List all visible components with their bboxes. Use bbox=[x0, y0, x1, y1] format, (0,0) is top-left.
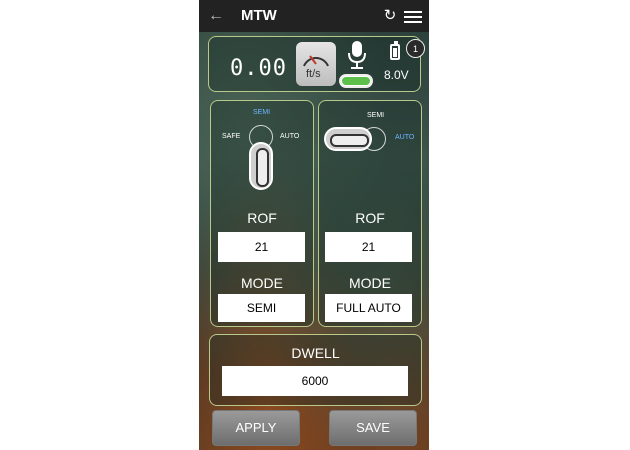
dwell-label: DWELL bbox=[291, 345, 340, 361]
right-mode-label: MODE bbox=[349, 275, 391, 291]
speed-unit-label: ft/s bbox=[306, 68, 321, 80]
power-toggle[interactable] bbox=[339, 74, 373, 88]
right-selector-semi-label[interactable]: SEMI bbox=[367, 112, 384, 119]
left-rof-input[interactable]: 21 bbox=[218, 232, 305, 262]
right-rof-input[interactable]: 21 bbox=[325, 232, 412, 262]
left-rof-label: ROF bbox=[247, 210, 277, 226]
left-selector-lever[interactable] bbox=[249, 142, 273, 190]
left-selector-auto-label[interactable]: AUTO bbox=[280, 133, 299, 140]
top-bar: ← MTW ↻ bbox=[199, 0, 429, 32]
page-title: MTW bbox=[241, 7, 277, 24]
right-mode-select[interactable]: FULL AUTO bbox=[325, 294, 412, 322]
battery-icon bbox=[390, 41, 400, 60]
apply-button[interactable]: APPLY bbox=[212, 410, 300, 446]
refresh-icon[interactable]: ↻ bbox=[382, 6, 398, 24]
right-rof-label: ROF bbox=[355, 210, 385, 226]
voltage-readout: 8.0V bbox=[384, 68, 409, 82]
speedometer-icon: ft/s bbox=[296, 42, 336, 86]
right-selector-auto-label[interactable]: AUTO bbox=[395, 134, 414, 141]
speed-readout: 0.00 bbox=[230, 56, 287, 81]
dwell-input[interactable]: 6000 bbox=[222, 366, 408, 396]
back-arrow-icon[interactable]: ← bbox=[207, 6, 225, 26]
save-button[interactable]: SAVE bbox=[329, 410, 417, 446]
left-mode-select[interactable]: SEMI bbox=[218, 294, 305, 322]
notification-badge[interactable]: 1 bbox=[406, 39, 425, 58]
right-selector-lever[interactable] bbox=[324, 127, 372, 151]
left-mode-label: MODE bbox=[241, 275, 283, 291]
hamburger-menu-icon[interactable] bbox=[404, 8, 422, 24]
left-selector-semi-label[interactable]: SEMI bbox=[253, 109, 270, 116]
left-selector-safe-label[interactable]: SAFE bbox=[222, 133, 240, 140]
